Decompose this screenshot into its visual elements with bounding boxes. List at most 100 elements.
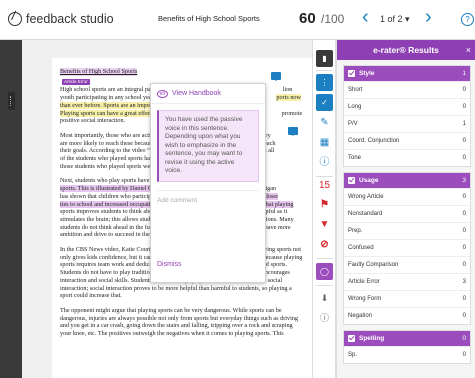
row-count: 0: [462, 211, 466, 217]
etr-button[interactable]: ◯: [316, 263, 333, 280]
logo[interactable]: feedback studio: [8, 12, 114, 26]
row-count: 0: [462, 87, 466, 93]
row-label: P/V: [348, 121, 358, 127]
article-error-mark[interactable]: Article Error: [62, 79, 90, 86]
result-row[interactable]: P/V 1: [344, 115, 470, 132]
section-header[interactable]: Usage 3: [344, 173, 470, 188]
result-row[interactable]: Wrong Article 0: [344, 188, 470, 205]
text-run: The opponent might argue that playing sp…: [60, 306, 282, 314]
edit-button[interactable]: ✎: [316, 114, 333, 131]
result-row[interactable]: Wrong Form 0: [344, 290, 470, 307]
row-count: 0: [462, 262, 466, 268]
result-row[interactable]: Faulty Comparison 0: [344, 256, 470, 273]
row-label: Wrong Form: [348, 296, 382, 302]
close-icon[interactable]: ×: [466, 40, 471, 60]
result-row[interactable]: Short 0: [344, 81, 470, 98]
page-selector[interactable]: 1 of 2 ▾: [380, 14, 410, 25]
row-label: Faulty Comparison: [348, 262, 399, 268]
comment-bubble-icon[interactable]: [288, 127, 298, 136]
text-run: Next, students who play sports have hig: [60, 177, 159, 185]
download-button[interactable]: ⬇: [316, 290, 333, 307]
grading-toolbar-button[interactable]: ⋮: [316, 74, 333, 91]
result-row[interactable]: Confused 0: [344, 239, 470, 256]
text-run: High school sports are an integral part …: [60, 86, 163, 94]
row-count: 0: [462, 296, 466, 302]
top-bar: feedback studio Benefits of High School …: [0, 0, 475, 40]
panel-title: e-rater® Results: [373, 45, 439, 55]
block-icon: ⊘: [320, 238, 329, 250]
row-count: 3: [462, 279, 466, 285]
text-run: are more likely to reach these because: [60, 139, 156, 147]
row-count: 1: [462, 121, 466, 127]
text-run: your knee, etc. The positives outweigh t…: [60, 330, 284, 338]
result-row[interactable]: Nonstandard 0: [344, 205, 470, 222]
flag-button[interactable]: ⚑: [316, 196, 333, 213]
text-run: sports. This is illustrated by Daniel Go…: [60, 185, 159, 193]
text-run: youth participating in any school year.: [60, 94, 157, 102]
section-style: Style 1 Short 0 Long 0 P/V 1 Coord. Conjunc…: [343, 65, 471, 167]
row-count: 0: [462, 352, 466, 358]
help-icon[interactable]: ?: [461, 13, 474, 26]
checkmark-button[interactable]: ✓: [316, 94, 333, 111]
document-title: Benefits of High School Sports: [158, 14, 260, 23]
checkbox-icon[interactable]: [348, 177, 355, 184]
dots-icon: ⋮: [320, 77, 329, 87]
text-run: dangerous, injuries are always possible …: [60, 314, 299, 322]
text-run: of the students who played sports had g: [60, 155, 158, 163]
view-handbook-link[interactable]: View Handbook: [172, 90, 221, 97]
row-label: Confused: [348, 245, 374, 251]
text-run: ports now: [276, 94, 301, 102]
add-comment-field[interactable]: Add comment: [157, 189, 259, 250]
layer-toggle-button[interactable]: ▮: [316, 50, 333, 67]
document-viewer[interactable]: Benefits of High School Sports Article E…: [22, 40, 312, 378]
result-row[interactable]: Tone 0: [344, 149, 470, 166]
result-row[interactable]: Long 0: [344, 98, 470, 115]
result-row[interactable]: Coord. Conjunction 0: [344, 132, 470, 149]
result-row[interactable]: Prep. 0: [344, 222, 470, 239]
rubric-button[interactable]: ▦: [316, 134, 333, 151]
score-total: /100: [321, 12, 345, 26]
section-count: 3: [462, 177, 466, 184]
checkbox-icon[interactable]: [348, 70, 355, 77]
section-header[interactable]: Style 1: [344, 66, 470, 81]
filter-button[interactable]: ▼: [316, 216, 333, 233]
result-row[interactable]: Negation 0: [344, 307, 470, 324]
filter-icon: ▼: [319, 218, 330, 230]
row-count: 0: [462, 138, 466, 144]
feedback-popup: etr View Handbook You have used the pass…: [150, 83, 266, 283]
etr-icon: ◯: [320, 266, 329, 276]
submission-info-button[interactable]: ⓘ: [316, 310, 333, 327]
score[interactable]: 60: [299, 10, 316, 27]
logo-text: feedback studio: [26, 12, 114, 26]
result-row[interactable]: Article Error 3: [344, 273, 470, 290]
info-button[interactable]: ⓘ: [316, 154, 333, 171]
exclude-button[interactable]: ⊘: [316, 236, 333, 253]
section-header[interactable]: Spelling 0: [344, 331, 470, 346]
row-label: Article Error: [348, 279, 380, 285]
row-label: Sp.: [348, 352, 358, 358]
checkbox-icon[interactable]: [348, 335, 355, 342]
info-circle-icon: ⓘ: [319, 313, 329, 323]
previous-page-button[interactable]: ‹: [362, 7, 369, 27]
download-icon: ⬇: [320, 293, 329, 303]
text-run: Most importantly, those who are active: [60, 131, 159, 139]
text-run: those students who played sports were n: [60, 162, 160, 170]
next-page-button[interactable]: ›: [425, 7, 432, 27]
dismiss-button[interactable]: Dismiss: [157, 261, 182, 268]
result-row[interactable]: Sp. 0: [344, 346, 470, 363]
row-count: 0: [462, 245, 466, 251]
panel-header: e-rater® Results ×: [337, 40, 475, 60]
similarity-count[interactable]: 15: [316, 180, 333, 191]
paper-title: Benefits of High School Sports: [60, 68, 138, 76]
text-run: and you get in a car crash, going down t…: [60, 322, 293, 330]
etr-handbook-icon: etr: [157, 89, 168, 98]
section-spelling: Spelling 0 Sp. 0: [343, 330, 471, 364]
row-label: Coord. Conjunction: [348, 138, 400, 144]
sidebar-toggle-handle[interactable]: [8, 92, 15, 110]
row-count: 0: [462, 313, 466, 319]
edit-icon: ✎: [320, 116, 329, 128]
feedback-studio-logo-icon: [8, 12, 22, 26]
comment-bubble-icon[interactable]: [271, 72, 281, 81]
text-run: positive social interaction.: [60, 117, 126, 125]
text-run: interaction; social interaction proves t…: [60, 284, 292, 292]
